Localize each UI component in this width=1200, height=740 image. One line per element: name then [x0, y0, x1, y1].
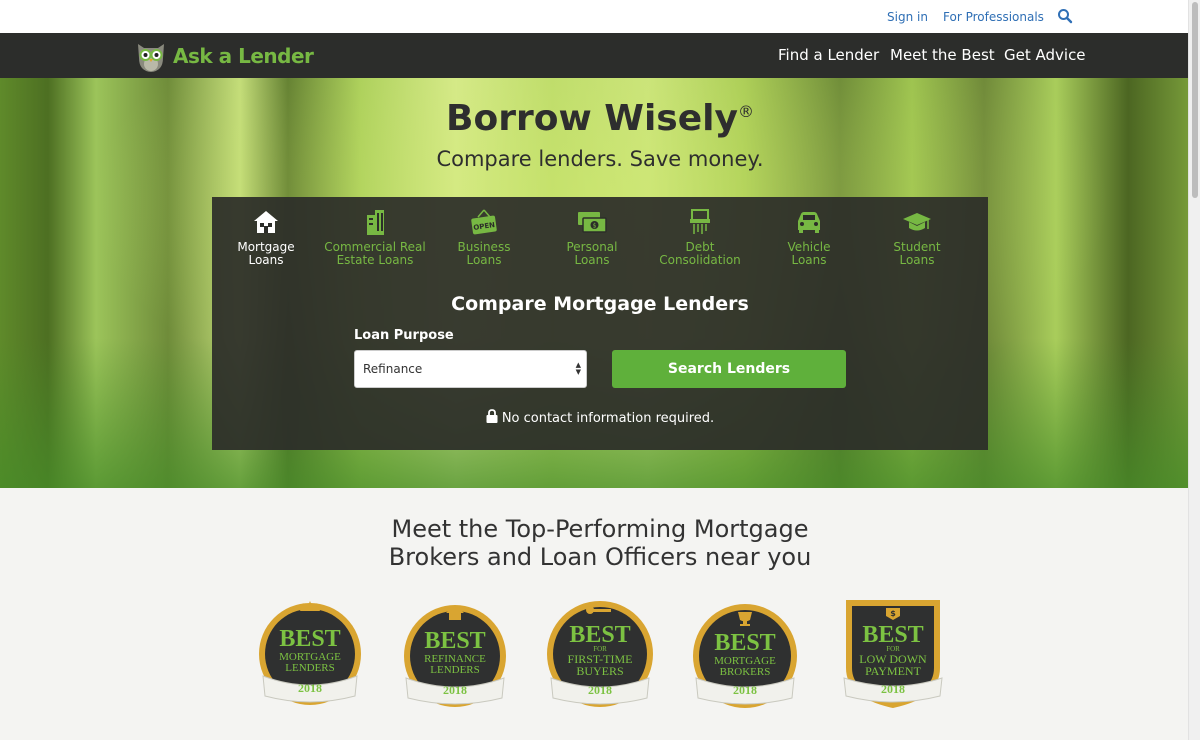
svg-text:BEST: BEST	[279, 626, 340, 652]
category-mortgage-loans[interactable]: Mortgage Loans	[212, 209, 320, 267]
registered-mark: ®	[737, 102, 754, 121]
svg-text:LENDERS: LENDERS	[430, 664, 480, 676]
nav-find-a-lender[interactable]: Find a Lender	[778, 46, 879, 64]
svg-text:2018: 2018	[588, 683, 612, 697]
category-label-line2: Loans	[574, 253, 610, 267]
svg-text:PAYMENT: PAYMENT	[865, 664, 921, 678]
logo-text: Ask a Lender	[173, 44, 314, 68]
car-icon	[798, 212, 820, 233]
svg-text:BEST: BEST	[424, 628, 485, 654]
badge-best-mortgage-lenders[interactable]: BEST MORTGAGE LENDERS 2018	[255, 598, 365, 710]
search-panel: Mortgage Loans Commercial Real Estate Lo…	[212, 197, 988, 450]
category-debt-consolidation[interactable]: Debt Consolidation	[646, 209, 754, 267]
category-commercial-real-estate[interactable]: Commercial Real Estate Loans	[321, 209, 429, 267]
hero-title-text: Borrow Wisely	[446, 98, 738, 139]
sign-in-link[interactable]: Sign in	[887, 10, 928, 24]
cash-icon: $	[578, 212, 607, 233]
badge-best-mortgage-brokers[interactable]: BEST MORTGAGE BROKERS 2018	[690, 598, 800, 710]
logo[interactable]: Ask a Lender	[133, 38, 314, 74]
compare-title: Compare Mortgage Lenders	[451, 293, 749, 315]
hero-section: Borrow Wisely® Compare lenders. Save mon…	[0, 78, 1200, 488]
top-performers-title: Meet the Top-Performing Mortgage Brokers…	[0, 515, 1200, 571]
category-label-line2: Loans	[466, 253, 502, 267]
svg-text:$: $	[593, 223, 597, 230]
building-icon	[367, 210, 384, 235]
lock-icon	[486, 409, 498, 423]
category-label-line2: Consolidation	[659, 253, 741, 267]
category-label-line2: Loans	[899, 253, 935, 267]
top-performers-section: Meet the Top-Performing Mortgage Brokers…	[0, 488, 1200, 740]
hero-title: Borrow Wisely®	[0, 98, 1200, 139]
utility-bar: Sign in For Professionals	[0, 0, 1200, 33]
nav-get-advice[interactable]: Get Advice	[1004, 46, 1086, 64]
svg-text:BUYERS: BUYERS	[576, 664, 623, 678]
page-scrollbar[interactable]	[1188, 0, 1200, 740]
badge-best-first-time-buyers[interactable]: BEST FOR FIRST-TIME BUYERS 2018	[545, 598, 655, 710]
svg-text:$: $	[890, 609, 896, 618]
no-contact-text: No contact information required.	[501, 411, 715, 426]
main-nav: Ask a Lender Find a Lender Meet the Best…	[0, 33, 1200, 78]
loan-purpose-select[interactable]: Refinance ▲ ▼	[354, 350, 587, 388]
loan-purpose-label: Loan Purpose	[354, 328, 454, 343]
category-label-line2: Loans	[791, 253, 827, 267]
top-performers-title-line1: Meet the Top-Performing Mortgage	[391, 515, 809, 543]
shredder-icon	[690, 209, 710, 234]
svg-text:BROKERS: BROKERS	[720, 666, 771, 678]
category-label-line2: Loans	[248, 253, 284, 267]
hero-subtitle: Compare lenders. Save money.	[436, 147, 764, 171]
open-sign-icon: OPEN	[471, 209, 497, 235]
crown-icon	[300, 601, 320, 611]
category-vehicle-loans[interactable]: Vehicle Loans	[755, 209, 863, 267]
scrollbar-thumb[interactable]	[1192, 2, 1198, 198]
svg-text:2018: 2018	[298, 681, 322, 695]
category-label-line2: Estate Loans	[336, 253, 414, 267]
select-arrows-icon: ▲ ▼	[575, 361, 581, 376]
category-student-loans[interactable]: Student Loans	[863, 209, 971, 267]
nav-meet-the-best[interactable]: Meet the Best	[890, 46, 995, 64]
top-performers-title-line2: Brokers and Loan Officers near you	[388, 543, 812, 571]
loan-purpose-value: Refinance	[363, 362, 423, 376]
for-professionals-link[interactable]: For Professionals	[943, 10, 1044, 24]
house-icon	[254, 211, 278, 233]
category-business-loans[interactable]: OPEN Business Loans	[430, 209, 538, 267]
badge-best-low-down-payment[interactable]: $ BEST FOR LOW DOWN PAYMENT 2018	[838, 598, 948, 710]
search-lenders-button[interactable]: Search Lenders	[612, 350, 846, 388]
no-contact-note: No contact information required.	[212, 409, 988, 426]
search-icon[interactable]	[1057, 8, 1073, 24]
svg-text:2018: 2018	[443, 683, 467, 697]
category-personal-loans[interactable]: $ Personal Loans	[538, 209, 646, 267]
badge-best-refinance-lenders[interactable]: BEST REFINANCE LENDERS 2018	[400, 598, 510, 710]
svg-text:LENDERS: LENDERS	[285, 662, 335, 674]
graduation-cap-icon	[903, 213, 931, 231]
svg-text:2018: 2018	[733, 683, 757, 697]
svg-text:BEST: BEST	[714, 630, 775, 656]
owl-logo-icon	[138, 44, 164, 72]
svg-text:2018: 2018	[881, 682, 905, 696]
